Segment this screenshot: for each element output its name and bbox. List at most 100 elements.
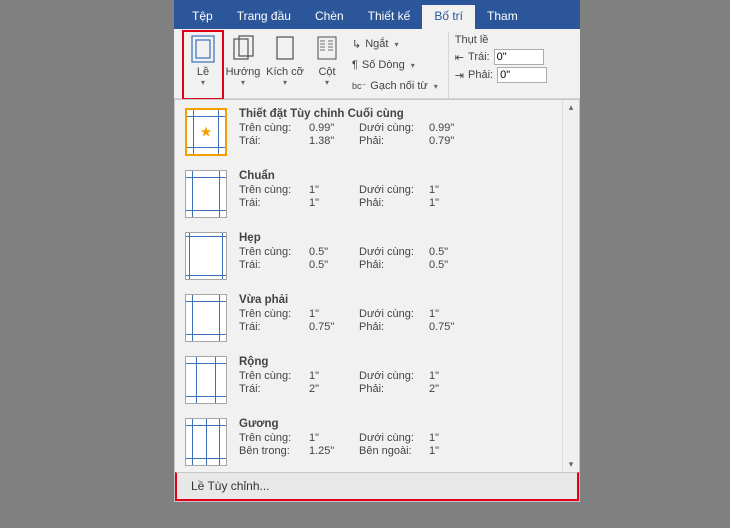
margin-presets-list: ★ Thiết đặt Tùy chỉnh Cuối cùng Trên cùn… <box>175 100 562 472</box>
hyphenation-label: Gạch nối từ <box>370 80 428 92</box>
line-numbers-icon: ¶ <box>352 59 358 71</box>
hyphenation-icon: bc⁻ <box>352 81 366 92</box>
preset-title: Gương <box>239 418 552 430</box>
indent-header: Thụt lề <box>455 34 547 46</box>
margin-preset-wide[interactable]: Rộng Trên cùng:1" Dưới cùng:1" Trái:2" P… <box>175 348 562 410</box>
top-label: Trên cùng: <box>239 432 309 444</box>
bottom-label: Dưới cùng: <box>359 308 429 320</box>
line-numbers-button[interactable]: ¶Số Dòng▾ <box>352 55 438 75</box>
margin-thumb-icon <box>185 356 227 404</box>
margin-preset-mirrored[interactable]: Gương Trên cùng:1" Dưới cùng:1" Bên tron… <box>175 410 562 472</box>
left-label: Trái: <box>239 321 309 333</box>
size-button[interactable]: Kích cỡ ▾ <box>264 32 306 98</box>
indent-left-label: Trái: <box>468 51 490 63</box>
breaks-label: Ngắt <box>365 38 388 50</box>
size-label: Kích cỡ <box>266 66 304 78</box>
preset-title: Hẹp <box>239 232 552 244</box>
right-label: Phải: <box>359 259 429 271</box>
margin-thumb-icon <box>185 418 227 466</box>
indent-right-label: Phải: <box>468 69 493 81</box>
right-label: Phải: <box>359 197 429 209</box>
tab-insert[interactable]: Chèn <box>303 5 356 29</box>
right-value: 0.5" <box>429 259 474 271</box>
bottom-label: Dưới cùng: <box>359 432 429 444</box>
tab-layout[interactable]: Bố trí <box>422 5 475 29</box>
top-value: 1" <box>309 308 359 320</box>
word-window: Tệp Trang đầu Chèn Thiết kế Bố trí Tham … <box>174 0 580 99</box>
top-value: 0.99" <box>309 122 359 134</box>
chevron-down-icon: ▾ <box>241 78 245 87</box>
preset-title: Chuẩn <box>239 170 552 182</box>
indent-left-input[interactable] <box>494 49 544 65</box>
bottom-value: 0.5" <box>429 246 474 258</box>
bottom-label: Dưới cùng: <box>359 184 429 196</box>
dropdown-scrollbar[interactable]: ▴ ▾ <box>562 100 579 472</box>
bottom-value: 1" <box>429 184 474 196</box>
line-numbers-label: Số Dòng <box>362 59 405 71</box>
chevron-down-icon: ▾ <box>201 78 205 87</box>
indent-right-icon: ⇥ <box>455 69 464 82</box>
left-value: 0.75" <box>309 321 359 333</box>
right-value: 0.75" <box>429 321 474 333</box>
breaks-button[interactable]: ↳ Ngắt ▾ <box>352 34 438 54</box>
top-label: Trên cùng: <box>239 184 309 196</box>
tab-design[interactable]: Thiết kế <box>356 5 423 29</box>
orientation-button[interactable]: Hướng ▾ <box>222 32 264 98</box>
top-value: 1" <box>309 370 359 382</box>
bottom-value: 1" <box>429 370 474 382</box>
columns-button[interactable]: Cột ▾ <box>306 32 348 98</box>
left-label: Trái: <box>239 197 309 209</box>
left-value: 1" <box>309 197 359 209</box>
top-value: 1" <box>309 184 359 196</box>
margin-preset-normal[interactable]: Chuẩn Trên cùng:1" Dưới cùng:1" Trái:1" … <box>175 162 562 224</box>
tab-file[interactable]: Tệp <box>174 5 225 29</box>
bottom-label: Dưới cùng: <box>359 246 429 258</box>
chevron-down-icon: ▾ <box>325 78 329 87</box>
margin-thumb-icon <box>185 294 227 342</box>
margins-button[interactable]: Lề ▾ <box>182 30 224 100</box>
right-value: 0.79" <box>429 135 474 147</box>
chevron-down-icon: ▾ <box>394 40 398 49</box>
orientation-icon <box>229 34 257 64</box>
margin-preset-last-custom[interactable]: ★ Thiết đặt Tùy chỉnh Cuối cùng Trên cùn… <box>175 100 562 162</box>
bottom-value: 1" <box>429 308 474 320</box>
bottom-value: 0.99" <box>429 122 474 134</box>
left-label: Trái: <box>239 135 309 147</box>
top-label: Trên cùng: <box>239 122 309 134</box>
left-value: 1.25" <box>309 445 359 457</box>
margin-thumb-icon <box>185 232 227 280</box>
margin-preset-narrow[interactable]: Hẹp Trên cùng:0.5" Dưới cùng:0.5" Trái:0… <box>175 224 562 286</box>
chevron-down-icon: ▾ <box>434 82 438 91</box>
bottom-label: Dưới cùng: <box>359 370 429 382</box>
top-label: Trên cùng: <box>239 246 309 258</box>
tab-references[interactable]: Tham <box>475 5 530 29</box>
page-setup-small: ↳ Ngắt ▾ ¶ Số Dòng ▾ bc⁻ Gạch nối từ ▾ <box>348 32 442 98</box>
custom-margins-button[interactable]: Lề Tùy chỉnh... <box>175 472 579 501</box>
bottom-label: Dưới cùng: <box>359 122 429 134</box>
indent-group: Thụt lề ⇤ Trái: ⇥ Phải: <box>449 32 553 98</box>
star-icon: ★ <box>200 124 213 141</box>
bottom-value: 1" <box>429 432 474 444</box>
hyphenation-button[interactable]: bc⁻ Gạch nối từ ▾ <box>352 76 438 96</box>
indent-left-icon: ⇤ <box>455 51 464 64</box>
top-label: Trên cùng: <box>239 370 309 382</box>
page-setup-group: Lề ▾ Hướng ▾ Kích cỡ ▾ Cột ▾ ↳ Ngắt ▾ ¶ Số … <box>178 32 449 98</box>
columns-label: Cột <box>318 66 335 78</box>
preset-title: Rộng <box>239 356 552 368</box>
margin-preset-moderate[interactable]: Vừa phải Trên cùng:1" Dưới cùng:1" Trái:… <box>175 286 562 348</box>
size-icon <box>273 34 297 64</box>
right-value: 1" <box>429 445 474 457</box>
scroll-up-icon: ▴ <box>563 102 579 113</box>
right-label: Phải: <box>359 135 429 147</box>
indent-right-input[interactable] <box>497 67 547 83</box>
chevron-down-icon: ▾ <box>283 78 287 87</box>
ribbon-tabs: Tệp Trang đầu Chèn Thiết kế Bố trí Tham <box>174 5 580 29</box>
tab-home[interactable]: Trang đầu <box>225 5 303 29</box>
orientation-label: Hướng <box>226 66 261 78</box>
margins-dropdown: ★ Thiết đặt Tùy chỉnh Cuối cùng Trên cùn… <box>174 99 580 502</box>
ribbon: Lề ▾ Hướng ▾ Kích cỡ ▾ Cột ▾ ↳ Ngắt ▾ ¶ Số … <box>174 29 580 99</box>
margins-icon <box>189 34 217 64</box>
breaks-icon: ↳ <box>352 38 361 51</box>
left-value: 1.38" <box>309 135 359 147</box>
preset-title: Thiết đặt Tùy chỉnh Cuối cùng <box>239 108 552 120</box>
